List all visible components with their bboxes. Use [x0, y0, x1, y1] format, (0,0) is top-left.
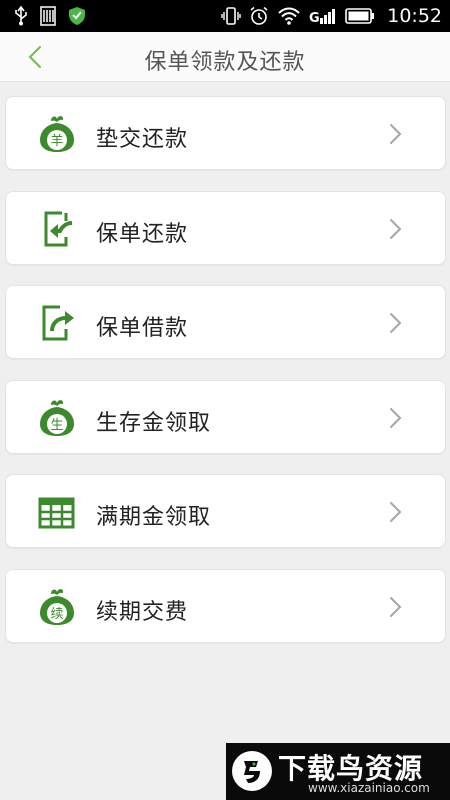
status-time: 10:52: [387, 5, 442, 27]
menu-item-label: 保单借款: [96, 316, 189, 341]
signal-icon: G: [309, 9, 336, 26]
svg-text:生: 生: [50, 418, 63, 433]
svg-text:羊: 羊: [50, 133, 63, 149]
menu-item-policy-repayment[interactable]: 保单还款: [5, 190, 446, 265]
table-icon: [38, 497, 75, 529]
menu-item-policy-loan[interactable]: 保单借款: [5, 285, 446, 359]
shield-icon: [69, 7, 85, 25]
watermark: 下载鸟资源 www.xiazainiao.com: [226, 743, 450, 800]
bird-logo-icon: [232, 751, 272, 791]
status-bar: G 10:52: [0, 0, 450, 32]
menu-list: 羊 垫交还款 保单还款 保单借款 生 生存金领取 满期金领取 续 续期交费: [5, 96, 446, 663]
sim-icon: [40, 6, 56, 26]
alarm-icon: [250, 6, 268, 25]
menu-item-label: 垫交还款: [96, 127, 189, 152]
header-bar: 保单领款及还款: [0, 32, 450, 82]
document-out-icon: [42, 305, 74, 341]
chevron-right-icon: [390, 313, 402, 333]
svg-text:G: G: [309, 11, 320, 26]
chevron-right-icon: [390, 124, 402, 144]
menu-item-renewal-payment[interactable]: 续 续期交费: [5, 568, 446, 643]
chevron-right-icon: [390, 596, 402, 617]
watermark-url: www.xiazainiao.com: [308, 781, 430, 795]
chevron-right-icon: [390, 502, 402, 522]
chevron-right-icon: [390, 218, 402, 239]
money-bag-icon: 羊: [40, 116, 74, 152]
usb-icon: [15, 6, 27, 26]
battery-icon: [345, 8, 375, 24]
menu-item-maturity-benefit[interactable]: 满期金领取: [5, 474, 446, 548]
money-bag-icon: 生: [40, 399, 74, 436]
menu-item-survival-benefit[interactable]: 生 生存金领取: [5, 379, 446, 454]
menu-item-label: 满期金领取: [96, 505, 212, 530]
menu-item-overdue-repayment[interactable]: 羊 垫交还款: [5, 96, 446, 170]
menu-item-label: 生存金领取: [96, 410, 212, 436]
money-bag-icon: 续: [40, 588, 74, 625]
menu-item-label: 保单还款: [96, 221, 189, 247]
vibrate-icon: [221, 7, 241, 25]
svg-text:续: 续: [50, 607, 63, 622]
menu-item-label: 续期交费: [96, 599, 189, 625]
document-in-icon: [44, 211, 73, 246]
page-title: 保单领款及还款: [144, 50, 306, 75]
chevron-right-icon: [390, 407, 402, 428]
wifi-icon: [278, 7, 300, 25]
